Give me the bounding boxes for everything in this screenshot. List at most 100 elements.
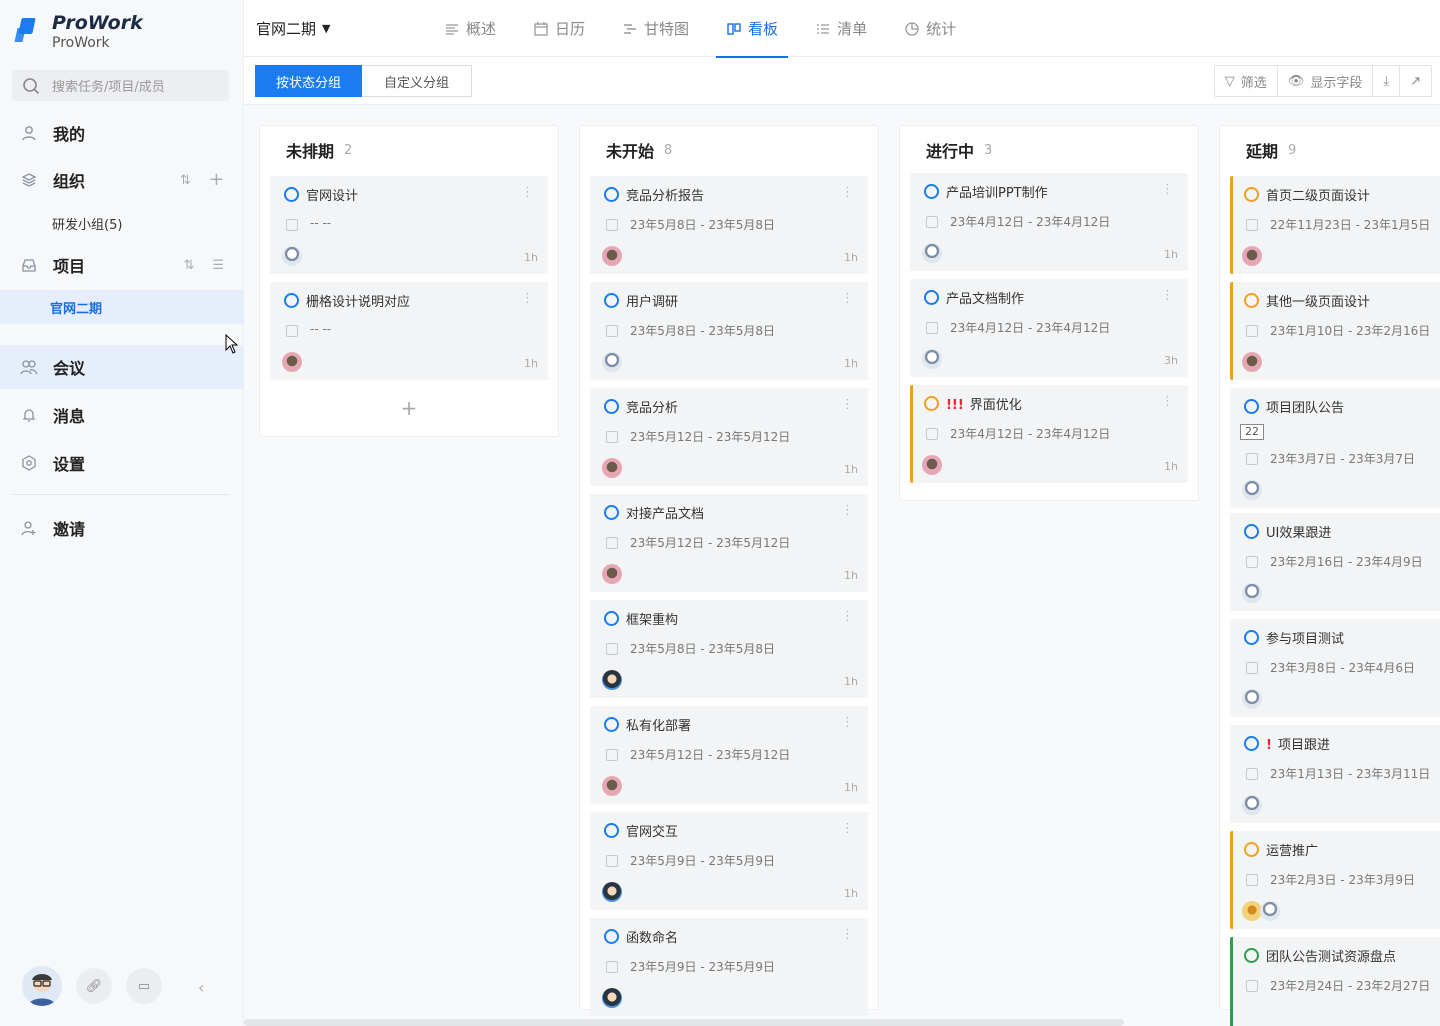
task-card[interactable]: 参与项目测试⋮23年3月8日 - 23年4月6日 [1230,619,1440,717]
task-card[interactable]: 官网交互 ⋮ 23年5月9日 - 23年5月9日 1h [590,812,868,910]
task-card[interactable]: 函数命名 ⋮ 23年5月9日 - 23年5月9日 [590,918,868,1016]
more-icon[interactable]: ⋮ [841,185,854,200]
assignee-avatar[interactable] [282,246,302,266]
sidebar-item-org-team[interactable]: 研发小组(5) [0,206,244,240]
more-icon[interactable]: ⋮ [1161,182,1174,197]
tab-gantt[interactable]: 甘特图 [612,0,699,57]
assignee-avatar[interactable] [1242,901,1262,921]
more-icon[interactable]: ⋮ [841,927,854,942]
task-status-checkbox[interactable] [604,399,619,414]
tab-calendar[interactable]: 日历 [523,0,595,57]
more-icon[interactable]: ⋮ [1161,288,1174,303]
more-icon[interactable]: ⋮ [521,185,534,200]
assignee-avatar[interactable] [1242,689,1262,709]
task-card[interactable]: 私有化部署 ⋮ 23年5月12日 - 23年5月12日 1h [590,706,868,804]
task-card[interactable]: 对接产品文档 ⋮ 23年5月12日 - 23年5月12日 1h [590,494,868,592]
task-status-checkbox[interactable] [1244,524,1259,539]
assignee-avatar[interactable] [602,564,622,584]
more-icon[interactable]: ⋮ [521,291,534,306]
task-card[interactable]: 运营推广⋮23年2月3日 - 23年3月9日 [1230,831,1440,929]
task-status-checkbox[interactable] [1244,842,1259,857]
more-icon[interactable]: ⋮ [1161,394,1174,409]
task-card[interactable]: 用户调研 ⋮ 23年5月8日 - 23年5月8日 1h [590,282,868,380]
project-selector[interactable]: 官网二期 ▼ [256,18,330,39]
more-icon[interactable]: ⋮ [841,503,854,518]
task-status-checkbox[interactable] [604,293,619,308]
assignee-avatar[interactable] [1242,352,1262,372]
task-status-checkbox[interactable] [1244,736,1259,751]
more-icon[interactable]: ⋮ [841,609,854,624]
nav-meeting[interactable]: 会议 [0,345,244,389]
task-card[interactable]: 首页二级页面设计⋮22年11月23日 - 23年1月5日 [1230,176,1440,274]
task-status-checkbox[interactable] [604,611,619,626]
group-by-status-button[interactable]: 按状态分组 [255,65,363,97]
task-card[interactable]: UI效果跟进⋮23年2月16日 - 23年4月9日 [1230,513,1440,611]
task-card[interactable]: !项目跟进⋮23年1月13日 - 23年3月11日 [1230,725,1440,823]
task-status-checkbox[interactable] [924,396,939,411]
task-status-checkbox[interactable] [1244,187,1259,202]
custom-group-button[interactable]: 自定义分组 [362,65,473,97]
task-status-checkbox[interactable] [604,187,619,202]
more-icon[interactable]: ⋮ [841,397,854,412]
link-button[interactable]: 🔗︎ [76,968,112,1004]
task-status-checkbox[interactable] [284,293,299,308]
tab-board[interactable]: 看板 [716,0,789,58]
sort-icon[interactable]: ⇅ [180,173,191,188]
show-fields-button[interactable]: 👁︎ 显示字段 [1278,66,1374,96]
task-status-checkbox[interactable] [284,187,299,202]
assignee-avatar[interactable] [922,455,942,475]
nav-project[interactable]: 项目 ⇅ ☰ [0,243,244,287]
task-card[interactable]: 项目团队公告⋮2223年3月7日 - 23年3月7日 [1230,388,1440,508]
task-card[interactable]: 其他一级页面设计⋮23年1月10日 - 23年2月16日 [1230,282,1440,380]
nav-my[interactable]: 我的 [0,111,244,155]
assignee-avatar[interactable] [1242,583,1262,603]
nav-settings[interactable]: 设置 [0,441,244,485]
assignee-avatar[interactable] [602,352,622,372]
task-status-checkbox[interactable] [604,505,619,520]
export-button[interactable]: ↗ [1400,66,1431,96]
assignee-avatar[interactable] [602,670,622,690]
assignee-avatar[interactable] [1242,480,1262,500]
nav-org[interactable]: 组织 ⇅ + [0,158,244,202]
task-card[interactable]: 竞品分析 ⋮ 23年5月12日 - 23年5月12日 1h [590,388,868,486]
task-card[interactable]: !!! 界面优化 ⋮ 23年4月12日 - 23年4月12日 1h [910,385,1188,483]
more-icon[interactable]: ⋮ [841,715,854,730]
workspace-name[interactable]: ProWork [52,34,143,52]
sort-icon[interactable]: ⇅ [183,258,194,273]
menu-icon[interactable]: ☰ [212,258,224,273]
task-status-checkbox[interactable] [604,717,619,732]
task-card[interactable]: 产品培训PPT制作 ⋮ 23年4月12日 - 23年4月12日 1h [910,173,1188,271]
tab-overview[interactable]: 概述 [434,0,506,57]
task-status-checkbox[interactable] [1244,293,1259,308]
task-status-checkbox[interactable] [924,290,939,305]
more-icon[interactable]: ⋮ [841,291,854,306]
task-status-checkbox[interactable] [604,823,619,838]
task-card[interactable]: 官网设计 ⋮ -- -- 1h [270,176,548,274]
task-card[interactable]: 产品文档制作 ⋮ 23年4月12日 - 23年4月12日 3h [910,279,1188,377]
collapse-sidebar-icon[interactable]: ‹ [198,978,204,997]
filter-button[interactable]: ▽ 筛选 [1215,66,1278,96]
assignee-avatar[interactable] [602,882,622,902]
assignee-avatar[interactable] [602,246,622,266]
assignee-avatar[interactable] [922,349,942,369]
tab-stats[interactable]: 统计 [894,0,966,57]
assignee-avatar[interactable] [602,988,622,1008]
nav-invite[interactable]: 邀请 [0,506,244,550]
download-button[interactable]: ⤓ [1373,66,1401,96]
tab-list[interactable]: 清单 [805,0,877,57]
avatar[interactable] [22,966,62,1006]
sidebar-item-project-active[interactable]: 官网二期 [0,290,244,324]
task-card[interactable]: 团队公告测试资源盘点⋮23年2月24日 - 23年2月27日 [1230,937,1440,1026]
assignee-avatar[interactable] [922,243,942,263]
add-task-button[interactable]: + [260,396,558,420]
nav-message[interactable]: 消息 [0,393,244,437]
assignee-avatar[interactable] [602,776,622,796]
more-icon[interactable]: ⋮ [841,821,854,836]
add-icon[interactable]: + [209,170,224,188]
task-status-checkbox[interactable] [1244,399,1259,414]
task-card[interactable]: 栅格设计说明对应 ⋮ -- -- 1h [270,282,548,380]
search-input[interactable]: 搜索任务/项目/成员 [12,70,229,101]
assignee-avatar[interactable] [282,352,302,372]
task-card[interactable]: 竞品分析报告 ⋮ 23年5月8日 - 23年5月8日 1h [590,176,868,274]
task-status-checkbox[interactable] [1244,630,1259,645]
